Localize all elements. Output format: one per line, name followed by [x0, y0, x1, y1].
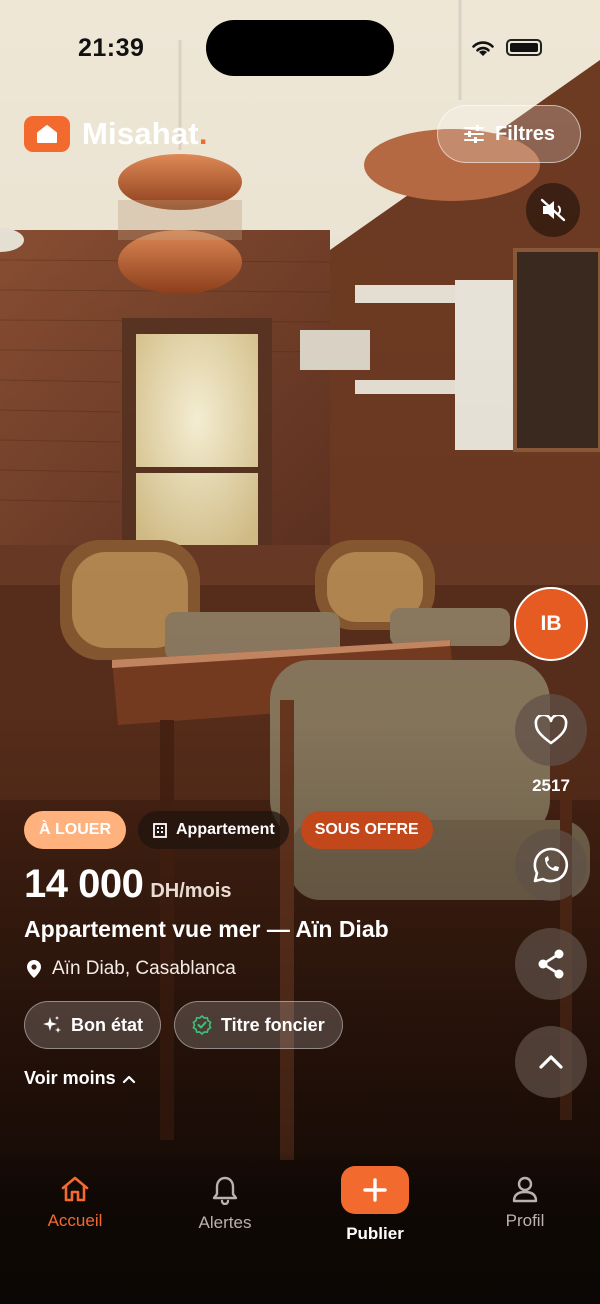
- chevron-up-small-icon: [122, 1075, 135, 1083]
- location-pin-icon: [27, 960, 41, 978]
- sliders-icon: [463, 125, 484, 143]
- publish-button[interactable]: [341, 1166, 409, 1214]
- wifi-icon: [472, 41, 494, 56]
- nav-home-label: Accueil: [47, 1211, 103, 1230]
- listing-tags: À LOUER Appartement SOUS OFFRE: [24, 811, 433, 849]
- status-time: 21:39: [78, 34, 145, 62]
- nav-alerts-label: Alertes: [198, 1213, 252, 1232]
- like-button[interactable]: [515, 694, 587, 766]
- see-less-label: Voir moins: [24, 1068, 116, 1088]
- user-icon: [512, 1176, 538, 1203]
- chip-title-deed[interactable]: Titre foncier: [174, 1001, 343, 1049]
- battery-icon: [506, 39, 542, 56]
- nav-home[interactable]: Accueil: [15, 1175, 135, 1231]
- home-logo-icon: [24, 116, 70, 152]
- home-indicator: [205, 1286, 395, 1292]
- building-icon: [153, 823, 167, 838]
- nav-profile-label: Profil: [505, 1211, 545, 1230]
- owner-avatar[interactable]: IB: [514, 587, 588, 661]
- sparkles-icon: [43, 1016, 61, 1033]
- listing-price: 14 000 DH/mois: [24, 862, 231, 907]
- listing-feed-screen: 21:39 Misahat. Filtres IB 2517 À LOUER A…: [0, 0, 600, 1304]
- brand-logo[interactable]: Misahat.: [24, 116, 208, 152]
- nav-alerts[interactable]: Alertes: [165, 1175, 285, 1233]
- see-less-toggle[interactable]: Voir moins: [24, 1068, 136, 1089]
- whatsapp-button[interactable]: [515, 829, 587, 901]
- feature-chips: Bon état Titre foncier: [24, 1001, 343, 1049]
- filters-label: Filtres: [494, 122, 556, 145]
- mute-button[interactable]: [526, 183, 580, 237]
- price-unit: DH/mois: [150, 880, 232, 902]
- nav-publish[interactable]: Publier: [315, 1166, 435, 1244]
- heart-icon: [534, 715, 568, 745]
- bell-icon: [212, 1176, 238, 1205]
- nav-profile[interactable]: Profil: [465, 1175, 585, 1231]
- scroll-up-button[interactable]: [515, 1026, 587, 1098]
- tag-for-rent: À LOUER: [24, 811, 126, 849]
- plus-icon: [363, 1178, 387, 1202]
- listing-photo[interactable]: [0, 0, 600, 1304]
- chip-condition-label: Bon état: [71, 1014, 143, 1035]
- share-button[interactable]: [515, 928, 587, 1000]
- tag-under-offer: SOUS OFFRE: [300, 811, 433, 849]
- chevron-up-icon: [539, 1055, 563, 1069]
- whatsapp-icon: [533, 847, 569, 883]
- verified-badge-icon: [192, 1015, 212, 1035]
- dynamic-island: [206, 20, 394, 76]
- home-icon: [61, 1176, 89, 1202]
- speaker-muted-icon: [540, 198, 566, 222]
- like-count: 2517: [532, 776, 570, 795]
- price-value: 14 000: [24, 862, 144, 906]
- listing-location: Aïn Diab, Casablanca: [26, 958, 236, 980]
- listing-title: Appartement vue mer — Aïn Diab: [24, 916, 389, 942]
- location-text: Aïn Diab, Casablanca: [52, 958, 236, 979]
- tag-property-type-label: Appartement: [176, 821, 275, 838]
- kitchen-photo-illustration: [0, 0, 600, 1304]
- chip-title-deed-label: Titre foncier: [221, 1014, 325, 1035]
- nav-publish-label: Publier: [346, 1224, 404, 1243]
- filters-button[interactable]: Filtres: [437, 105, 581, 163]
- tag-property-type: Appartement: [138, 811, 289, 849]
- chip-condition[interactable]: Bon état: [24, 1001, 161, 1049]
- brand-name: Misahat.: [82, 116, 208, 151]
- share-icon: [538, 949, 564, 979]
